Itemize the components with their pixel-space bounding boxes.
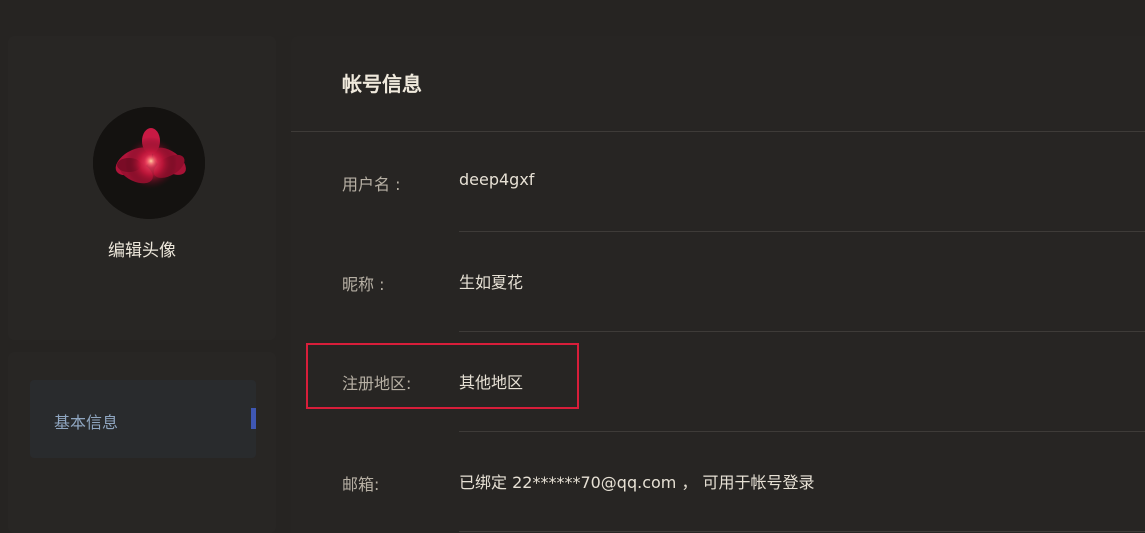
account-info-panel: 帐号信息 用户名 : deep4gxf 昵称 : 生如夏花 注册地区: 其他地区… (291, 36, 1145, 533)
nav-item-label: 基本信息 (54, 413, 119, 432)
account-settings-page: 编辑头像 基本信息 帐号信息 用户名 : deep4gxf 昵称 : 生如夏花 … (0, 0, 1145, 533)
field-label: 昵称 : (342, 275, 385, 294)
field-row-region: 注册地区: 其他地区 (291, 332, 1145, 432)
nav-item-basic-info[interactable]: 基本信息 (30, 380, 256, 458)
active-indicator (251, 408, 256, 429)
flower-avatar-image (93, 107, 205, 219)
field-value: 生如夏花 (459, 273, 524, 292)
field-row-username: 用户名 : deep4gxf (291, 132, 1145, 232)
divider (459, 531, 1145, 532)
field-value: 其他地区 (459, 373, 524, 392)
profile-card: 编辑头像 (8, 36, 276, 340)
field-label: 邮箱: (342, 475, 380, 494)
field-label: 注册地区: (342, 374, 412, 393)
field-row-email: 邮箱: 已绑定 22******70@qq.com ， 可用于帐号登录 (291, 432, 1145, 532)
page-title: 帐号信息 (342, 72, 422, 96)
field-row-nickname: 昵称 : 生如夏花 (291, 232, 1145, 332)
field-label: 用户名 : (342, 175, 401, 194)
field-value: deep4gxf (459, 170, 535, 189)
field-value: 已绑定 22******70@qq.com ， 可用于帐号登录 (459, 473, 815, 492)
settings-nav: 基本信息 (8, 352, 276, 533)
avatar[interactable] (93, 107, 205, 219)
edit-avatar-button[interactable]: 编辑头像 (8, 236, 276, 261)
